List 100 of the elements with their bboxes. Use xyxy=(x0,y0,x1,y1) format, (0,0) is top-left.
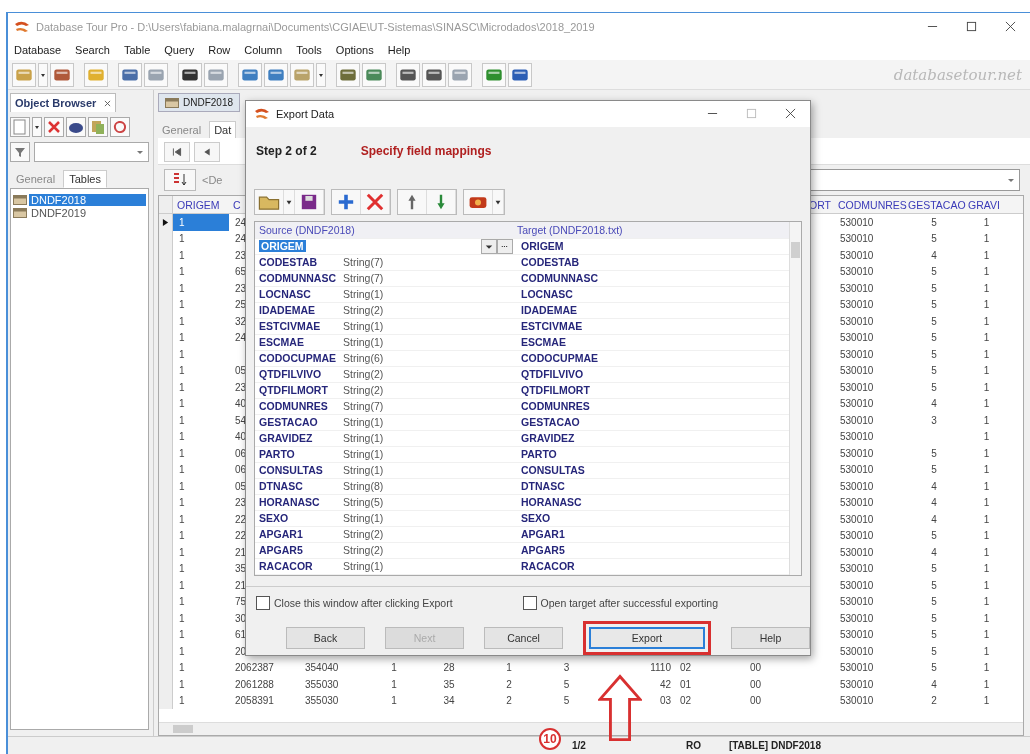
source-field[interactable]: ESTCIVMAE xyxy=(259,320,343,333)
checkbox[interactable] xyxy=(522,596,537,610)
maximize-icon[interactable] xyxy=(966,21,977,32)
dialog-button[interactable]: Cancel xyxy=(484,627,563,649)
close-icon[interactable] xyxy=(785,108,796,120)
table-cell: 355030 xyxy=(305,695,339,707)
target-field: ESCMAE xyxy=(513,336,789,349)
filter-combo[interactable] xyxy=(808,169,1020,191)
table-cell: 530010 xyxy=(840,563,874,575)
source-field[interactable]: APGAR5 xyxy=(259,544,343,557)
export-button[interactable]: Export xyxy=(589,627,705,649)
menu-item[interactable]: Tools xyxy=(296,44,322,56)
source-field[interactable]: HORANASC xyxy=(259,496,343,509)
new-item-icon[interactable] xyxy=(10,117,30,137)
field-type: String(1) xyxy=(343,432,384,445)
object-browser-tab[interactable]: Object Browser xyxy=(10,93,117,112)
vertical-scrollbar[interactable] xyxy=(789,221,801,575)
menu-item[interactable]: Options xyxy=(335,44,374,56)
table-cell: 5 xyxy=(931,315,937,327)
table-cell: 1 xyxy=(179,513,185,525)
table-list-item[interactable]: DNDF2019 xyxy=(29,206,89,219)
source-field[interactable]: CODMUNNASC xyxy=(259,272,343,285)
sort-icon[interactable] xyxy=(164,169,196,191)
horizontal-scrollbar[interactable] xyxy=(159,722,1023,735)
target-field: ESTCIVMAE xyxy=(513,320,789,333)
close-icon[interactable] xyxy=(104,99,112,107)
table-cell: 2058391 xyxy=(235,695,274,707)
step-indicator: Step 2 of 2 xyxy=(256,143,317,158)
first-record-icon[interactable] xyxy=(164,142,190,162)
column-header[interactable]: Target (DNDF2018.txt) xyxy=(513,223,789,236)
table-cell: 1 xyxy=(179,315,185,327)
target-field: ORIGEM xyxy=(513,240,789,253)
table-cell: 1 xyxy=(983,381,990,393)
tab[interactable]: Tables xyxy=(63,170,107,188)
source-field[interactable]: DTNASC xyxy=(259,480,343,493)
table-cell: 1 xyxy=(983,282,990,294)
table-cell: 530010 xyxy=(840,299,874,311)
table-cell: 1 xyxy=(179,612,185,624)
column-header[interactable]: ORIGEM xyxy=(173,198,229,211)
table-cell: 4 xyxy=(931,546,937,558)
menu-item[interactable]: Search xyxy=(75,44,110,56)
table-list-item[interactable]: DNDF2018 xyxy=(29,193,146,206)
source-field[interactable]: IDADEMAE xyxy=(259,304,343,317)
source-field[interactable]: QTDFILMORT xyxy=(259,384,343,397)
menu-item[interactable]: Database xyxy=(14,44,62,56)
filter-label: <De xyxy=(202,174,223,186)
caret-icon[interactable] xyxy=(316,62,326,87)
source-field[interactable]: CODMUNRES xyxy=(259,400,343,413)
close-icon[interactable] xyxy=(1005,21,1016,32)
caret-icon[interactable] xyxy=(32,117,42,137)
source-field[interactable]: ORIGEM xyxy=(259,240,306,253)
checkbox[interactable] xyxy=(256,596,270,610)
target-field: CODMUNRES xyxy=(513,400,789,413)
source-field[interactable]: LOCNASC xyxy=(259,288,343,301)
table-cell: 5 xyxy=(931,216,937,228)
menu-item[interactable]: Row xyxy=(208,44,231,56)
table-cell: 00 xyxy=(750,695,762,707)
source-field[interactable]: SEXO xyxy=(259,512,343,525)
previous-record-icon[interactable] xyxy=(194,142,220,162)
table-cell: 5 xyxy=(931,563,937,575)
source-field[interactable]: QTDFILVIVO xyxy=(259,368,343,381)
caret-icon[interactable] xyxy=(136,148,144,156)
table-cell: 530010 xyxy=(840,216,874,228)
source-field[interactable]: CODESTAB xyxy=(259,256,343,269)
menu-item[interactable]: Table xyxy=(123,44,151,56)
document-tab[interactable]: DNDF2018 xyxy=(158,93,241,112)
table-cell: 28 xyxy=(443,662,455,674)
field-type: String(1) xyxy=(343,320,384,333)
source-field[interactable]: CODOCUPMAE xyxy=(259,352,343,365)
table-cell: 5 xyxy=(931,662,937,674)
table-cell: 1 xyxy=(179,579,185,591)
row-indicator[interactable] xyxy=(159,214,173,231)
dialog-button[interactable]: Help xyxy=(731,627,810,649)
table-cell: 530010 xyxy=(840,579,874,591)
table-cell: 530010 xyxy=(840,497,874,509)
caret-icon[interactable] xyxy=(1007,176,1015,184)
table-cell: 1 xyxy=(983,695,990,707)
caret-icon[interactable] xyxy=(38,62,48,87)
column-header[interactable]: Source (DNDF2018) xyxy=(255,223,513,236)
source-field[interactable]: RACACOR xyxy=(259,560,343,573)
target-field: QTDFILVIVO xyxy=(513,368,789,381)
table-cell: 2 xyxy=(506,678,512,690)
column-header[interactable]: GRAVI xyxy=(964,198,1009,211)
source-field[interactable]: CONSULTAS xyxy=(259,464,343,477)
source-field[interactable]: GRAVIDEZ xyxy=(259,432,343,445)
dialog-button[interactable]: Back xyxy=(286,627,365,649)
tab[interactable]: Dat xyxy=(209,121,237,138)
table-cell: 5 xyxy=(931,464,937,476)
source-field[interactable]: APGAR1 xyxy=(259,528,343,541)
table-cell: 530010 xyxy=(840,332,874,344)
menu-item[interactable]: Query xyxy=(164,44,195,56)
menu-item[interactable]: Help xyxy=(387,44,411,56)
source-field[interactable]: ESCMAE xyxy=(259,336,343,349)
menu-item[interactable]: Column xyxy=(244,44,283,56)
table-cell: 1 xyxy=(391,662,397,674)
source-field[interactable]: PARTO xyxy=(259,448,343,461)
delete-icon[interactable] xyxy=(44,117,64,137)
source-field[interactable]: GESTACAO xyxy=(259,416,343,429)
table-cell: 1 xyxy=(983,546,990,558)
filter-combo[interactable] xyxy=(34,142,149,162)
